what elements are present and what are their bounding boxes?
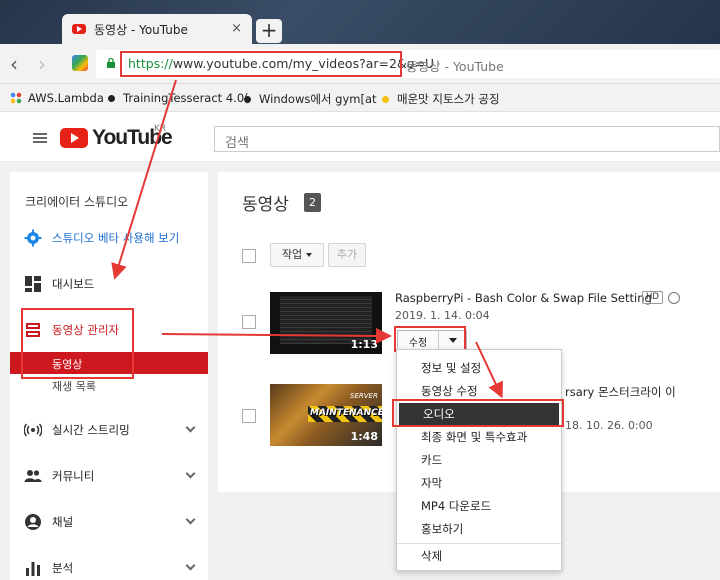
thumb-maintenance-text: MAINTENANCE [310, 408, 382, 418]
video-date: 18. 10. 26. 0:00 [565, 419, 653, 432]
menu-item-cards[interactable]: 카드 [397, 449, 561, 471]
video-count-badge: 2 [304, 193, 321, 212]
chevron-down-icon [185, 560, 196, 571]
action-button-label: 작업 [281, 248, 303, 261]
sidebar-item-analytics[interactable]: 분석 [10, 553, 208, 580]
search-placeholder: 검색 [225, 136, 249, 151]
video-date: 2019. 1. 14. 0:04 [395, 309, 490, 322]
bookmarks-bar: AWS.Lambda TrainingTesseract 4.0( Window… [0, 84, 720, 112]
bookmark-windows-gym[interactable]: Windows에서 gym[at [244, 91, 377, 107]
youtube-header: YouTube KR 검색 [0, 112, 720, 162]
address-page-title: 동영상 - YouTube [406, 59, 504, 74]
url-highlight [120, 51, 402, 77]
sidebar-item-live[interactable]: 실시간 스트리밍 [10, 415, 208, 445]
live-stream-icon [24, 423, 42, 437]
menu-item-end-screen[interactable]: 최종 화면 및 특수효과 [397, 426, 561, 448]
bookmark-tesseract[interactable]: TrainingTesseract 4.0( [108, 91, 249, 105]
page-title: 동영상 [242, 195, 289, 215]
video-checkbox[interactable] [242, 315, 256, 329]
apps-icon [10, 92, 22, 104]
video-title-link[interactable]: rsary 몬스터크라이 이 [565, 384, 676, 400]
bullet-icon [382, 95, 389, 103]
community-icon [24, 470, 42, 482]
sidebar-item-label: 분석 [52, 561, 74, 575]
analytics-icon [26, 562, 40, 576]
chevron-down-icon [185, 422, 196, 433]
new-tab-button[interactable]: + [256, 19, 282, 43]
edit-dropdown-menu: 정보 및 설정 동영상 수정 오디오 최종 화면 및 특수효과 카드 자막 MP… [396, 349, 562, 571]
chevron-down-icon [185, 468, 196, 479]
browser-tab[interactable]: 동영상 - YouTube × [62, 14, 252, 44]
sidebar-item-label: 커뮤니티 [52, 469, 95, 483]
lock-icon [107, 57, 115, 68]
back-arrow-icon[interactable]: ‹ [10, 52, 18, 76]
video-duration: 1:48 [350, 430, 378, 443]
menu-item-subtitles[interactable]: 자막 [397, 472, 561, 494]
video-thumbnail[interactable]: SERVER MAINTENANCE 1:48 [270, 384, 382, 446]
sidebar-item-label: 채널 [52, 515, 74, 529]
video-thumbnail[interactable]: 1:13 [270, 292, 382, 354]
action-dropdown-button[interactable]: 작업 [270, 243, 324, 267]
chevron-down-icon [185, 514, 196, 525]
bookmark-label: Windows에서 gym[at [259, 92, 377, 106]
bookmark-aws-lambda[interactable]: AWS.Lambda [10, 91, 104, 105]
bookmark-label: 매운맛 지토스가 공징 [397, 92, 500, 106]
bullet-icon [244, 95, 251, 103]
video-duration: 1:13 [350, 338, 378, 351]
gear-icon [24, 229, 42, 247]
sidebar-subitem-label: 재생 목록 [52, 380, 96, 393]
extension-icon[interactable] [72, 55, 88, 71]
region-label: KR [154, 124, 167, 134]
tab-title: 동영상 - YouTube [94, 22, 188, 37]
account-icon [25, 514, 41, 530]
youtube-favicon-icon [72, 24, 86, 34]
subtitles-icon [668, 292, 680, 304]
thumb-server-text: SERVER [350, 392, 378, 400]
browser-tab-bar: 동영상 - YouTube × + [0, 0, 720, 44]
bookmark-label: AWS.Lambda [28, 91, 104, 105]
bookmark-label: TrainingTesseract 4.0( [123, 91, 249, 105]
add-button[interactable]: 추가 [328, 243, 366, 267]
menu-item-delete[interactable]: 삭제 [397, 545, 561, 567]
terminal-preview [280, 296, 372, 344]
sidebar-item-label: 스튜디오 베타 사용해 보기 [52, 231, 180, 245]
forward-arrow-icon[interactable]: › [38, 52, 46, 76]
video-checkbox[interactable] [242, 409, 256, 423]
hd-badge: HD [642, 291, 663, 304]
sidebar-item-label: 대시보드 [52, 277, 95, 291]
menu-item-mp4-download[interactable]: MP4 다운로드 [397, 495, 561, 517]
youtube-logo-icon[interactable] [60, 128, 88, 148]
sidebar-item-community[interactable]: 커뮤니티 [10, 461, 208, 491]
dashboard-icon [25, 276, 41, 292]
sidebar-item-label: 실시간 스트리밍 [52, 423, 130, 437]
bullet-icon [108, 94, 115, 102]
menu-item-info-settings[interactable]: 정보 및 설정 [397, 357, 561, 379]
caret-down-icon [306, 253, 313, 257]
video-title-link[interactable]: RaspberryPi - Bash Color & Swap File Set… [395, 291, 652, 305]
select-all-checkbox[interactable] [242, 249, 256, 263]
audio-item-highlight [392, 399, 564, 427]
sidebar-item-beta[interactable]: 스튜디오 베타 사용해 보기 [10, 223, 208, 253]
menu-item-promote[interactable]: 홍보하기 [397, 518, 561, 540]
hamburger-menu-icon[interactable] [33, 133, 47, 143]
sidebar-title: 크리에이터 스튜디오 [25, 195, 129, 209]
bookmark-spicy[interactable]: 매운맛 지토스가 공징 [382, 91, 500, 107]
sidebar-item-channel[interactable]: 채널 [10, 507, 208, 537]
close-tab-icon[interactable]: × [231, 21, 242, 36]
sidebar-item-dashboard[interactable]: 대시보드 [10, 269, 208, 299]
search-input[interactable]: 검색 [214, 126, 720, 152]
video-manager-highlight [21, 308, 134, 379]
menu-divider [397, 543, 561, 544]
